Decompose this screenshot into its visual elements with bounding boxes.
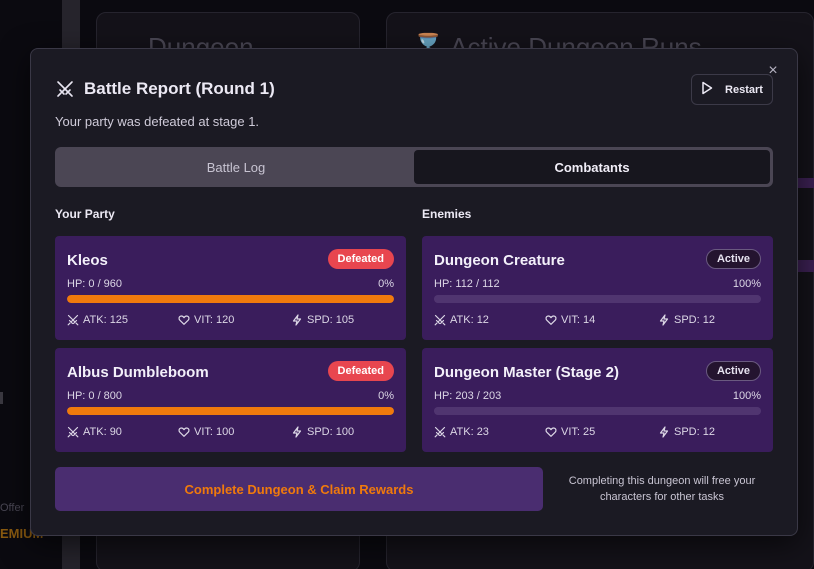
spd-value: SPD: 12 <box>674 314 715 326</box>
crossed-swords-icon <box>434 314 446 326</box>
vit-stat: VIT: 120 <box>178 314 234 326</box>
hp-text: HP: 0 / 960 <box>67 278 123 290</box>
claim-rewards-button[interactable]: Complete Dungeon & Claim Rewards <box>55 467 543 511</box>
hp-bar <box>434 295 761 303</box>
restart-button[interactable]: Restart <box>691 74 773 105</box>
hp-bar <box>434 407 761 415</box>
hp-text: HP: 112 / 112 <box>434 278 500 290</box>
background-offer-label: Offer <box>0 502 25 514</box>
stats-row: ATK: 125 VIT: 120 SPD: 105 <box>67 314 394 328</box>
heart-icon <box>178 314 190 326</box>
atk-stat: ATK: 23 <box>434 426 489 438</box>
background-strip <box>797 260 814 272</box>
modal-subtitle: Your party was defeated at stage 1. <box>55 114 260 129</box>
spd-stat: SPD: 100 <box>291 426 354 438</box>
vit-stat: VIT: 25 <box>545 426 595 438</box>
heart-icon <box>178 426 190 438</box>
hp-bar <box>67 407 394 415</box>
stats-row: ATK: 12 VIT: 14 SPD: 12 <box>434 314 761 328</box>
atk-value: ATK: 125 <box>83 314 129 326</box>
lightning-icon <box>291 426 303 438</box>
hp-bar-fill <box>434 295 761 303</box>
status-badge: Active <box>705 249 761 269</box>
enemies-section-label: Enemies <box>422 207 472 221</box>
spd-stat: SPD: 12 <box>658 426 715 438</box>
combatant-name: Albus Dumbleboom <box>67 364 209 381</box>
status-badge: Active <box>705 361 761 381</box>
background-side-mark <box>0 392 3 404</box>
status-badge: Defeated <box>327 249 394 269</box>
play-icon <box>701 81 713 98</box>
crossed-swords-icon <box>55 79 75 99</box>
heart-icon <box>545 314 557 326</box>
background-strip <box>797 178 814 188</box>
hp-bar-fill <box>67 295 394 303</box>
hp-percent: 0% <box>378 278 394 290</box>
stats-row: ATK: 90 VIT: 100 SPD: 100 <box>67 426 394 440</box>
vit-value: VIT: 14 <box>561 314 596 326</box>
spd-value: SPD: 105 <box>307 314 355 326</box>
hp-bar-fill <box>434 407 761 415</box>
combatant-name: Kleos <box>67 252 108 269</box>
spd-value: SPD: 100 <box>307 426 355 438</box>
crossed-swords-icon <box>67 426 79 438</box>
hp-bar <box>67 295 394 303</box>
atk-stat: ATK: 90 <box>67 426 122 438</box>
lightning-icon <box>658 426 670 438</box>
hp-percent: 100% <box>732 278 761 290</box>
lightning-icon <box>658 314 670 326</box>
atk-value: ATK: 23 <box>450 426 489 438</box>
hp-text: HP: 0 / 800 <box>67 390 123 402</box>
vit-value: VIT: 120 <box>194 314 235 326</box>
tab-combatants[interactable]: Combatants <box>414 150 770 184</box>
spd-stat: SPD: 12 <box>658 314 715 326</box>
tab-battle-log[interactable]: Battle Log <box>58 150 414 184</box>
heart-icon <box>545 426 557 438</box>
battle-report-modal: × Battle Report (Round 1) Your party was… <box>30 48 798 536</box>
enemy-card: Dungeon Creature Active HP: 112 / 112 10… <box>422 236 773 340</box>
atk-value: ATK: 90 <box>83 426 122 438</box>
lightning-icon <box>291 314 303 326</box>
vit-stat: VIT: 100 <box>178 426 234 438</box>
party-card: Albus Dumbleboom Defeated HP: 0 / 800 0%… <box>55 348 406 452</box>
crossed-swords-icon <box>67 314 79 326</box>
spd-stat: SPD: 105 <box>291 314 354 326</box>
claim-note: Completing this dungeon will free your c… <box>568 475 756 503</box>
atk-stat: ATK: 125 <box>67 314 128 326</box>
stats-row: ATK: 23 VIT: 25 SPD: 12 <box>434 426 761 440</box>
spd-value: SPD: 12 <box>674 426 715 438</box>
hp-text: HP: 203 / 203 <box>434 390 502 402</box>
modal-title: Battle Report (Round 1) <box>84 79 275 98</box>
party-card: Kleos Defeated HP: 0 / 960 0% ATK: 125 V… <box>55 236 406 340</box>
modal-header: Battle Report (Round 1) <box>55 79 275 99</box>
vit-value: VIT: 25 <box>561 426 596 438</box>
hp-bar-fill <box>67 407 394 415</box>
atk-stat: ATK: 12 <box>434 314 489 326</box>
combatant-name: Dungeon Creature <box>434 252 565 269</box>
party-section-label: Your Party <box>55 207 115 221</box>
status-badge: Defeated <box>327 361 394 381</box>
hp-percent: 0% <box>378 390 394 402</box>
report-tabs: Battle Log Combatants <box>55 147 773 187</box>
enemy-card: Dungeon Master (Stage 2) Active HP: 203 … <box>422 348 773 452</box>
vit-stat: VIT: 14 <box>545 314 595 326</box>
combatant-name: Dungeon Master (Stage 2) <box>434 364 620 381</box>
restart-label: Restart <box>725 83 763 96</box>
hp-percent: 100% <box>732 390 761 402</box>
crossed-swords-icon <box>434 426 446 438</box>
vit-value: VIT: 100 <box>194 426 235 438</box>
atk-value: ATK: 12 <box>450 314 489 326</box>
